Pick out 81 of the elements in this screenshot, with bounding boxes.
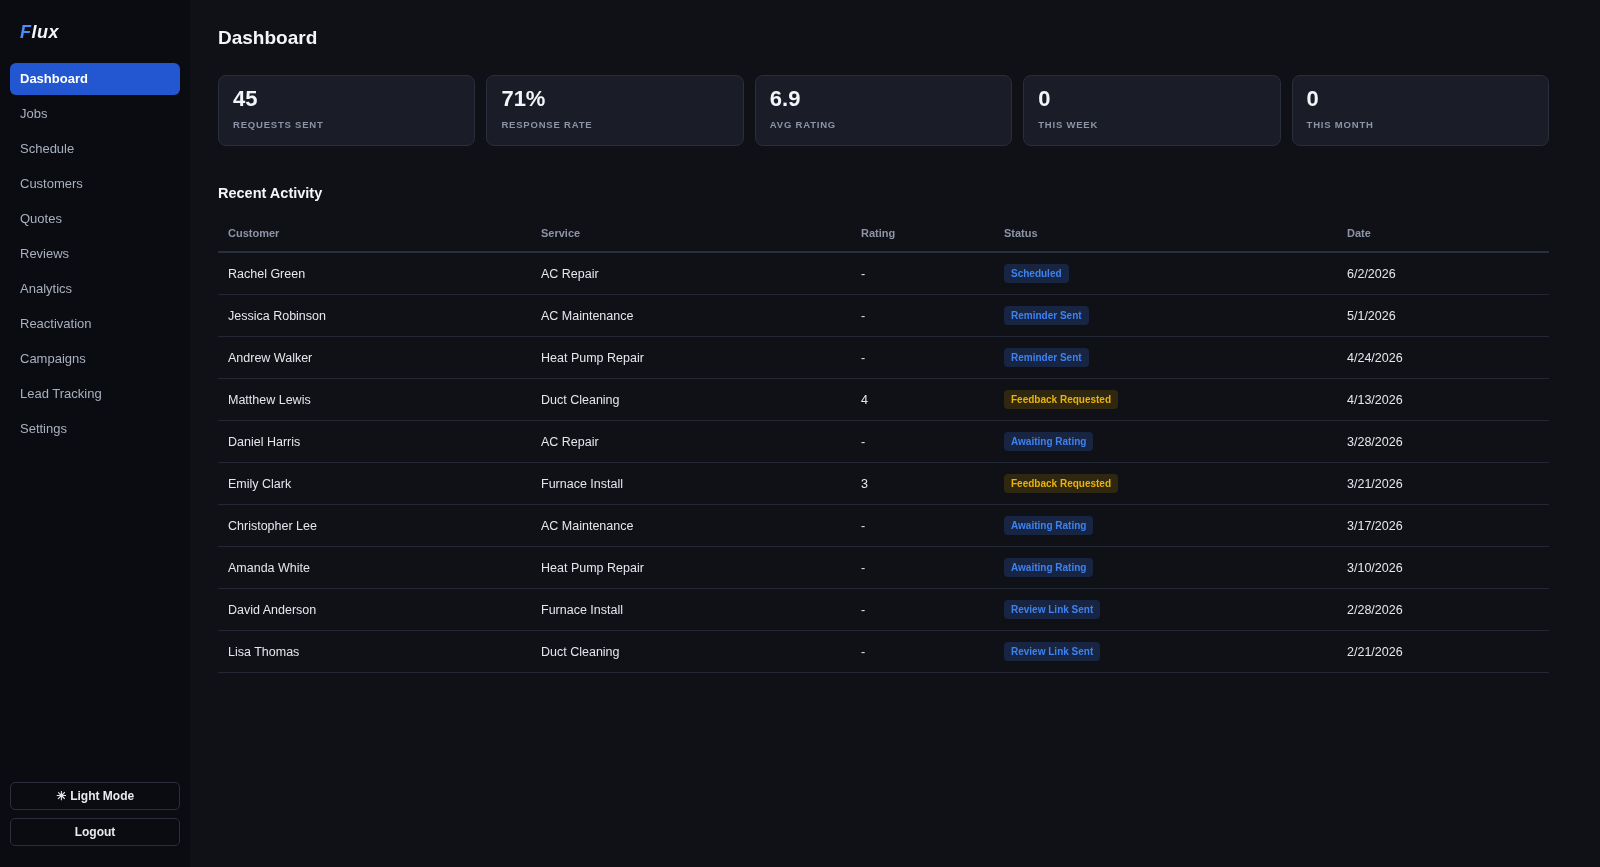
- table-cell: 3/21/2026: [1347, 476, 1403, 491]
- status-badge: Feedback Requested: [1004, 390, 1119, 409]
- table-cell: Lisa Thomas: [228, 644, 300, 659]
- table-cell: 3/10/2026: [1347, 560, 1403, 575]
- nav-item[interactable]: Reactivation: [10, 308, 180, 340]
- status-badge: Reminder Sent: [1004, 306, 1089, 325]
- table-cell: Andrew Walker: [228, 350, 313, 365]
- theme-toggle-button[interactable]: ☀ Light Mode: [10, 782, 180, 810]
- table-cell: 4: [861, 392, 868, 407]
- section-title: Recent Activity: [218, 184, 323, 202]
- stat-label: AVG RATING: [769, 119, 837, 130]
- table-cell: David Anderson: [228, 602, 317, 617]
- table-cell: -: [861, 266, 866, 281]
- nav-item[interactable]: Lead Tracking: [10, 378, 180, 410]
- nav-item[interactable]: Reviews: [10, 238, 180, 270]
- nav-item[interactable]: Settings: [10, 413, 180, 445]
- nav-item[interactable]: Schedule: [10, 133, 180, 165]
- status-badge: Review Link Sent: [1004, 600, 1101, 619]
- table-cell: Amanda White: [228, 560, 310, 575]
- table-cell: Daniel Harris: [228, 434, 301, 449]
- status-badge: Reminder Sent: [1004, 348, 1089, 367]
- column-header: Status: [1004, 227, 1038, 239]
- status-badge: Awaiting Rating: [1004, 432, 1094, 451]
- table-cell: Furnace Install: [541, 602, 623, 617]
- table-cell: 6/2/2026: [1347, 266, 1396, 281]
- table-cell: -: [861, 560, 866, 575]
- table-cell: AC Repair: [541, 266, 599, 281]
- stat-label: THIS WEEK: [1038, 119, 1099, 130]
- nav-item[interactable]: Customers: [10, 168, 180, 200]
- table-cell: AC Repair: [541, 434, 599, 449]
- column-header: Service: [541, 227, 581, 239]
- table-cell: Emily Clark: [228, 476, 292, 491]
- table-cell: -: [861, 518, 866, 533]
- table-cell: -: [861, 644, 866, 659]
- nav-item[interactable]: Jobs: [10, 98, 180, 130]
- table-cell: Duct Cleaning: [541, 644, 620, 659]
- table-cell: 3/17/2026: [1347, 518, 1403, 533]
- table-cell: Jessica Robinson: [228, 308, 326, 323]
- table-cell: AC Maintenance: [541, 308, 634, 323]
- nav-item[interactable]: Analytics: [10, 273, 180, 305]
- column-header: Customer: [228, 227, 280, 239]
- column-header: Date: [1347, 227, 1371, 239]
- table-cell: -: [861, 350, 866, 365]
- table-cell: -: [861, 308, 866, 323]
- table-cell: 2/28/2026: [1347, 602, 1403, 617]
- table-cell: Furnace Install: [541, 476, 623, 491]
- stat-value: 6.9: [769, 87, 801, 111]
- nav-item[interactable]: Campaigns: [10, 343, 180, 375]
- table-cell: 2/21/2026: [1347, 644, 1403, 659]
- status-badge: Scheduled: [1004, 264, 1069, 283]
- page-title: Dashboard: [218, 27, 318, 49]
- status-badge: Awaiting Rating: [1004, 516, 1094, 535]
- table-cell: 3: [861, 476, 868, 491]
- stat-value: 0: [1038, 87, 1051, 111]
- table-cell: 4/13/2026: [1347, 392, 1403, 407]
- table-cell: 3/28/2026: [1347, 434, 1403, 449]
- table-cell: Matthew Lewis: [228, 392, 311, 407]
- nav-item[interactable]: Dashboard: [10, 63, 180, 95]
- stat-value: 45: [233, 87, 258, 111]
- status-badge: Review Link Sent: [1004, 642, 1101, 661]
- table-cell: Duct Cleaning: [541, 392, 620, 407]
- logout-button[interactable]: Logout: [10, 818, 180, 846]
- stat-label: REQUESTS SENT: [233, 119, 324, 130]
- table-cell: 4/24/2026: [1347, 350, 1403, 365]
- stat-value: 0: [1306, 87, 1319, 111]
- table-cell: Heat Pump Repair: [541, 350, 644, 365]
- table-cell: 5/1/2026: [1347, 308, 1396, 323]
- table-cell: Rachel Green: [228, 266, 306, 281]
- table-cell: Christopher Lee: [228, 518, 317, 533]
- column-header: Rating: [861, 227, 896, 239]
- table-cell: -: [861, 434, 866, 449]
- app-logo: Flux: [19, 22, 59, 42]
- table-cell: AC Maintenance: [541, 518, 634, 533]
- stat-label: THIS MONTH: [1306, 119, 1374, 130]
- nav-item[interactable]: Quotes: [10, 203, 180, 235]
- stat-value: 71%: [501, 87, 546, 111]
- status-badge: Feedback Requested: [1004, 474, 1119, 493]
- stat-label: RESPONSE RATE: [501, 119, 593, 130]
- status-badge: Awaiting Rating: [1004, 558, 1094, 577]
- table-cell: Heat Pump Repair: [541, 560, 644, 575]
- table-cell: -: [861, 602, 866, 617]
